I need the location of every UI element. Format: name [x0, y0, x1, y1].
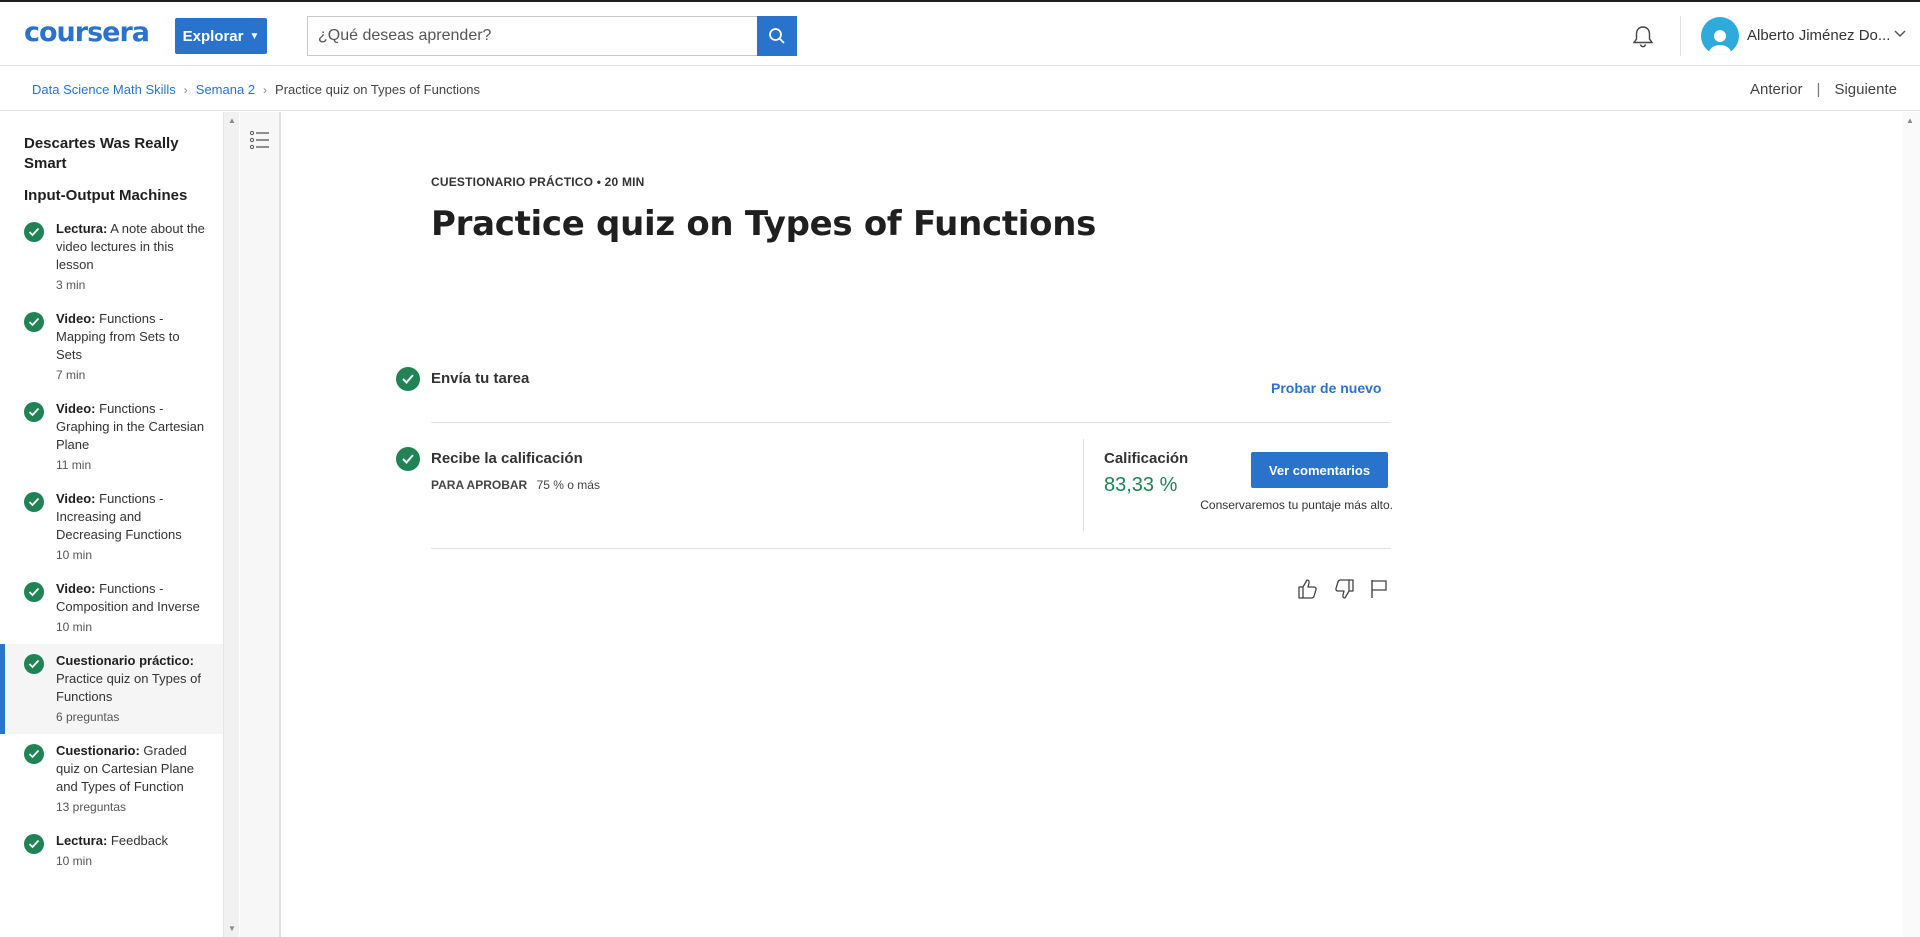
breadcrumb-current: Practice quiz on Types of Functions — [275, 82, 481, 97]
search-placeholder: ¿Qué deseas aprender? — [318, 27, 492, 44]
sidebar-section-title[interactable]: Descartes Was Really Smart — [24, 134, 204, 174]
avatar[interactable] — [1701, 17, 1739, 55]
main-content: CUESTIONARIO PRÁCTICO • 20 MIN Practice … — [283, 112, 1900, 937]
check-icon — [24, 654, 44, 674]
grade-step-label: Recibe la calificación — [431, 450, 583, 467]
item-title: Feedback — [110, 833, 169, 848]
item-kind: Video: — [56, 401, 96, 416]
check-icon — [24, 582, 44, 602]
check-icon — [24, 402, 44, 422]
explore-label: Explorar — [182, 27, 244, 45]
grade-value: 83,33 % — [1104, 474, 1178, 496]
header-divider — [1680, 16, 1681, 56]
breadcrumb-course[interactable]: Data Science Math Skills — [32, 82, 176, 97]
submit-step-label: Envía tu tarea — [431, 370, 530, 387]
check-icon — [24, 222, 44, 242]
user-name[interactable]: Alberto Jiménez Do... — [1747, 27, 1890, 44]
view-feedback-button[interactable]: Ver comentarios — [1251, 452, 1388, 488]
pass-label: PARA APROBAR — [431, 478, 528, 492]
coursera-logo[interactable]: coursera — [24, 17, 150, 48]
item-title: Practice quiz on Types of Functions — [56, 671, 202, 704]
item-kind: Lectura: — [56, 221, 108, 236]
sidebar-item-video[interactable]: Video: Functions - Graphing in the Carte… — [0, 400, 223, 474]
scroll-down-icon[interactable]: ▼ — [228, 924, 236, 933]
sidebar-item-video[interactable]: Video: Functions - Increasing and Decrea… — [0, 490, 223, 564]
search-input[interactable]: ¿Qué deseas aprender? — [307, 16, 759, 56]
user-icon — [1708, 30, 1732, 55]
sidebar-item-graded-quiz[interactable]: Cuestionario: Graded quiz on Cartesian P… — [0, 742, 223, 816]
sidebar-item-reading[interactable]: Lectura: A note about the video lectures… — [0, 220, 223, 294]
next-link[interactable]: Siguiente — [1834, 81, 1897, 98]
scroll-up-icon[interactable]: ▲ — [228, 116, 236, 125]
flag-icon[interactable] — [1367, 577, 1391, 601]
check-icon — [24, 492, 44, 512]
toc-rail — [240, 112, 281, 937]
item-kind: Cuestionario: — [56, 743, 140, 758]
item-meta: 10 min — [56, 854, 93, 868]
highest-score-note: Conservaremos tu puntaje más alto. — [1200, 498, 1393, 512]
sidebar-item-video[interactable]: Video: Functions - Composition and Inver… — [0, 580, 223, 636]
item-kind: Video: — [56, 491, 96, 506]
retry-link[interactable]: Probar de nuevo — [1271, 380, 1381, 396]
chevron-right-icon: › — [263, 82, 268, 97]
breadcrumb-week[interactable]: Semana 2 — [196, 82, 255, 97]
grade-label: Calificación — [1104, 450, 1189, 467]
item-kind: Video: — [56, 311, 96, 326]
sidebar-item-reading[interactable]: Lectura: Feedback 10 min — [0, 832, 223, 870]
item-meta: 3 min — [56, 278, 86, 292]
notification-bell-icon[interactable] — [1630, 24, 1656, 50]
item-kind: Lectura: — [56, 833, 108, 848]
item-meta: 6 preguntas — [56, 710, 120, 724]
item-kind: Video: — [56, 581, 96, 596]
breadcrumb-bar: Data Science Math Skills › Semana 2 › Pr… — [0, 67, 1920, 111]
item-kind: Cuestionario práctico: — [56, 653, 194, 668]
list-icon[interactable] — [248, 128, 272, 152]
check-icon — [24, 312, 44, 332]
pager-separator: | — [1816, 81, 1821, 98]
thumbs-down-icon[interactable] — [1332, 577, 1356, 601]
previous-link[interactable]: Anterior — [1750, 81, 1803, 98]
check-icon — [396, 447, 420, 471]
search-icon — [769, 28, 785, 44]
pass-value: 75 % o más — [536, 478, 600, 492]
thumbs-up-icon[interactable] — [1296, 577, 1320, 601]
sidebar-item-video[interactable]: Video: Functions - Mapping from Sets to … — [0, 310, 223, 384]
item-pager: Anterior | Siguiente — [1750, 81, 1897, 98]
explore-button[interactable]: Explorar ▼ — [175, 18, 267, 54]
sidebar-scrollbar[interactable]: ▲ ▼ — [223, 112, 239, 937]
item-meta: 11 min — [56, 458, 92, 472]
scroll-up-icon[interactable]: ▲ — [1906, 116, 1914, 125]
item-meta: 10 min — [56, 620, 93, 634]
page-scrollbar[interactable]: ▲ — [1902, 112, 1920, 937]
pass-requirement: PARA APROBAR 75 % o más — [431, 478, 600, 492]
item-meta: 13 preguntas — [56, 800, 127, 814]
sidebar-section-title[interactable]: Input-Output Machines — [24, 186, 187, 206]
item-meta: 10 min — [56, 548, 93, 562]
chevron-right-icon: › — [183, 82, 188, 97]
vertical-divider — [1083, 439, 1084, 531]
check-icon — [24, 834, 44, 854]
chevron-down-icon: ▼ — [249, 30, 260, 42]
chevron-down-icon[interactable] — [1893, 29, 1907, 39]
sidebar-item-practice-quiz[interactable]: Cuestionario práctico: Practice quiz on … — [0, 644, 223, 734]
page-title: Practice quiz on Types of Functions — [431, 204, 1097, 244]
item-meta: 7 min — [56, 368, 86, 382]
search-button[interactable] — [757, 16, 797, 56]
item-eyebrow: CUESTIONARIO PRÁCTICO • 20 MIN — [431, 175, 645, 189]
divider — [431, 422, 1391, 423]
check-icon — [396, 367, 420, 391]
check-icon — [24, 744, 44, 764]
course-sidebar: Descartes Was Really Smart Input-Output … — [0, 112, 223, 937]
divider — [431, 548, 1391, 549]
breadcrumb: Data Science Math Skills › Semana 2 › Pr… — [32, 82, 480, 97]
top-header: coursera Explorar ▼ ¿Qué deseas aprender… — [0, 2, 1920, 66]
